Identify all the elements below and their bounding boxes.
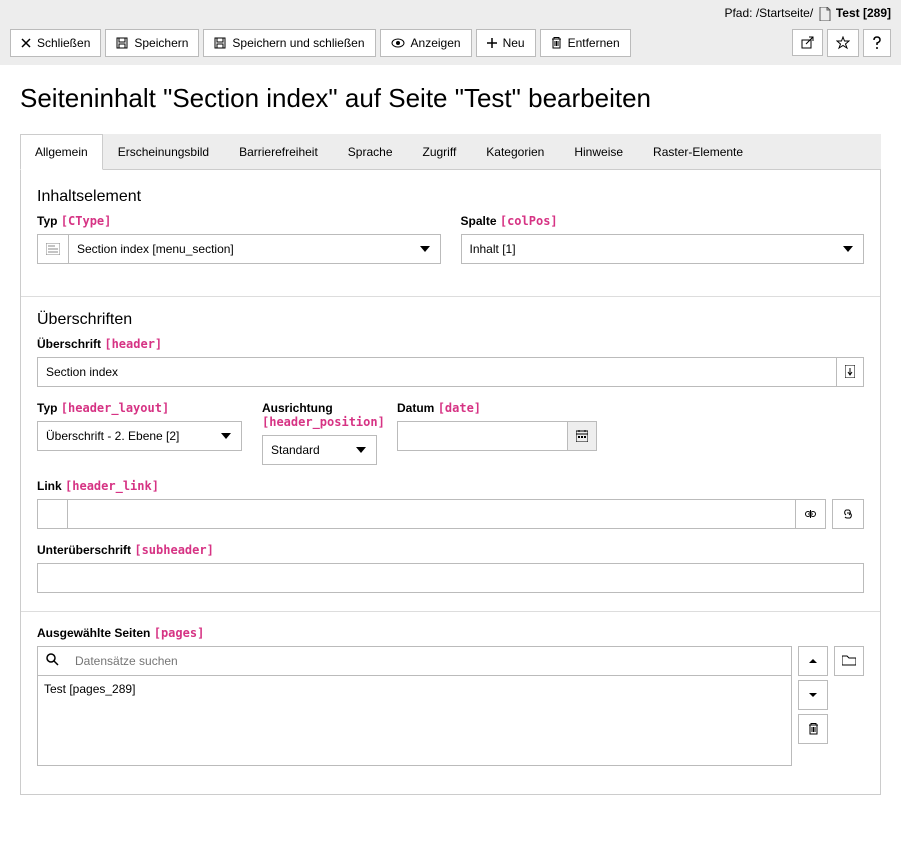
save-close-icon [214,37,226,49]
move-up-button[interactable] [798,646,828,676]
breadcrumb-root[interactable]: /Startseite/ [756,6,813,20]
subheader-input[interactable] [37,563,864,593]
list-item[interactable]: Test [pages_289] [44,682,785,696]
subheader-label: Unterüberschrift [subheader] [37,543,864,557]
star-icon [836,36,850,50]
header-link-input[interactable] [67,499,796,529]
content-type-icon [37,234,68,264]
bookmark-button[interactable] [827,29,859,57]
question-icon [872,36,882,50]
folder-icon [842,655,856,666]
page-icon [819,7,831,21]
toolbar: Schließen Speichern Speichern und schlie… [10,29,891,57]
tab-language[interactable]: Sprache [333,134,408,170]
tab-notes[interactable]: Hinweise [559,134,638,170]
type-label: Typ [CType] [37,214,441,228]
header-wizard-icon[interactable] [837,357,864,387]
records-search-input[interactable] [67,646,792,676]
trash-icon [551,37,562,49]
search-icon [37,646,67,676]
section-content-element: Inhaltselement [37,188,864,206]
eye-icon [391,38,405,48]
link-toggle-icon[interactable] [796,499,826,529]
pages-label: Ausgewählte Seiten [pages] [37,626,864,640]
link-browser-button[interactable] [832,499,864,529]
date-input[interactable] [397,421,568,451]
move-down-button[interactable] [798,680,828,710]
section-headlines: Überschriften [37,311,864,329]
breadcrumb: Pfad: /Startseite/ Test [289] [10,6,891,21]
plus-icon [487,38,497,48]
tabs: Allgemein Erscheinungsbild Barrierefreih… [20,134,881,170]
breadcrumb-current: Test [289] [836,6,891,20]
header-link-label: Link [header_link] [37,479,864,493]
close-button[interactable]: Schließen [10,29,101,57]
records-list[interactable]: Test [pages_289] [37,676,792,766]
calendar-icon[interactable] [568,421,597,451]
share-button[interactable] [792,29,823,56]
delete-button[interactable]: Entfernen [540,29,631,57]
tab-accessibility[interactable]: Barrierefreiheit [224,134,333,170]
chevron-up-icon [808,657,818,665]
tab-general[interactable]: Allgemein [20,134,103,170]
tab-categories[interactable]: Kategorien [471,134,559,170]
page-title: Seiteninhalt "Section index" auf Seite "… [20,83,881,114]
header-label: Überschrift [header] [37,337,864,351]
header-position-label: Ausrichtung [header_position] [262,401,377,429]
tab-access[interactable]: Zugriff [408,134,472,170]
tab-grid[interactable]: Raster-Elemente [638,134,758,170]
header-position-select[interactable]: Standard [262,435,377,465]
type-select[interactable]: Section index [menu_section] [68,234,441,264]
breadcrumb-label: Pfad: [724,6,752,20]
trash-icon [808,723,819,735]
save-close-button[interactable]: Speichern und schließen [203,29,375,57]
save-icon [116,37,128,49]
save-button[interactable]: Speichern [105,29,199,57]
new-button[interactable]: Neu [476,29,536,57]
column-select[interactable]: Inhalt [1] [461,234,865,264]
help-button[interactable] [863,29,891,57]
header-input[interactable] [37,357,837,387]
column-label: Spalte [colPos] [461,214,865,228]
remove-item-button[interactable] [798,714,828,744]
view-button[interactable]: Anzeigen [380,29,472,57]
date-label: Datum [date] [397,401,597,415]
share-icon [801,36,814,49]
header-layout-label: Typ [header_layout] [37,401,242,415]
header-layout-select[interactable]: Überschrift - 2. Ebene [2] [37,421,242,451]
tab-appearance[interactable]: Erscheinungsbild [103,134,224,170]
chevron-down-icon [808,691,818,699]
browse-button[interactable] [834,646,864,676]
close-icon [21,38,31,48]
link-prefix-icon [37,499,67,529]
